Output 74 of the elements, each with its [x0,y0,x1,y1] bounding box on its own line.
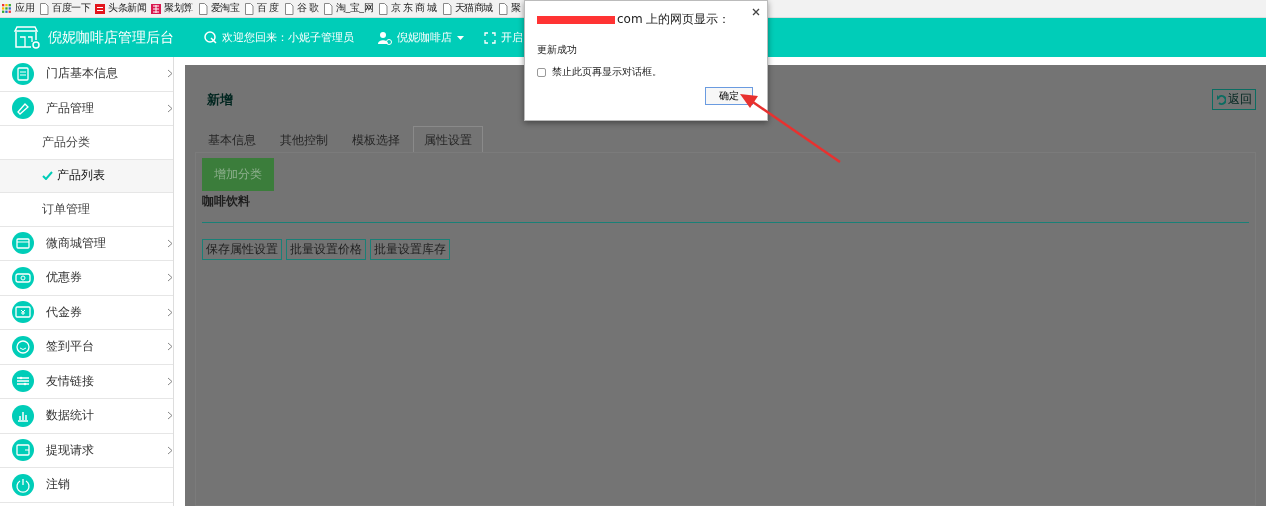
sidebar-item[interactable]: 提现请求 [0,433,173,468]
undo-icon [1216,94,1226,105]
sidebar-item[interactable]: 优惠券 [0,261,173,296]
sidebar-item[interactable]: 数据统计 [0,399,173,434]
apps-label: 应用 [15,2,34,15]
user-gear-icon [378,30,392,45]
bookmark-link[interactable]: 聚划算 [164,2,193,15]
action-button[interactable]: 批量设置价格 [286,239,366,260]
bookmark-link[interactable]: 聚 [510,2,521,15]
yen-ticket-icon [12,301,34,324]
dialog-title: com 上的网页显示： [617,11,731,28]
chevron-right-icon [167,69,173,79]
submenu-item[interactable]: 产品列表 [0,159,173,193]
action-button[interactable]: 保存属性设置 [202,239,282,260]
submenu-item[interactable]: 产品分类 [0,126,173,160]
page-icon [197,2,208,15]
bookmark-link[interactable]: 天猫商城 [454,2,493,15]
chevron-right-icon [167,445,173,455]
sidebar-item[interactable]: 注销 [0,468,173,503]
sidebar-item[interactable]: 友情链接 [0,364,173,399]
back-button[interactable]: 返回 [1212,89,1256,110]
checkbox-label: 禁止此页再显示对话框。 [552,65,662,79]
document-icon [12,62,34,85]
page-icon [39,2,49,15]
ok-button[interactable]: 确定 [705,87,753,105]
ticket-icon [12,266,34,289]
check-icon [42,171,53,181]
app-title: 倪妮咖啡店管理后台 [48,28,174,47]
action-button[interactable]: 批量设置库存 [370,239,450,260]
bookmark-link[interactable]: 百 度 [257,2,279,15]
page-icon [283,2,294,15]
bookmark-link[interactable]: 京 东 商 城 [391,2,437,15]
store-logo-icon [13,25,40,50]
page-icon [378,2,389,15]
power-icon [12,473,34,496]
chevron-right-icon [167,376,173,386]
chevron-right-icon [167,342,173,352]
chevron-right-icon [167,411,173,421]
chevron-right-icon [167,307,173,317]
dialog-message: 更新成功 [537,43,578,57]
checkbox[interactable] [537,67,546,77]
category-name: 咖啡饮料 [202,193,251,210]
page-icon [441,2,452,15]
bookmark-link[interactable]: 谷 歌 [296,2,319,15]
submenu-item[interactable]: 订单管理 [0,193,173,227]
sidebar-item[interactable]: 代金券 [0,295,173,330]
deal-icon [151,3,161,14]
news-icon [95,3,105,14]
bookmark-link[interactable]: 爱淘宝 [210,2,239,15]
page-heading: 新增 [207,90,233,109]
apps-grid-icon [2,3,12,14]
bar-chart-icon [12,404,34,427]
chevron-right-icon [167,273,173,283]
shop-icon [12,232,34,255]
expand-icon [484,31,496,44]
chevron-right-icon [167,238,173,248]
page-icon [323,2,334,15]
sidebar-item[interactable]: 微商城管理 [0,226,173,261]
close-icon [752,8,760,16]
sliders-icon [12,370,34,393]
sidebar-item[interactable]: 门店基本信息 [0,57,173,92]
bookmark-link[interactable]: 头条新闻 [108,2,146,15]
bookmark-link[interactable]: 百度一下 [52,2,90,15]
bookmark-link[interactable]: 淘_宝_网 [336,2,374,15]
page-icon [497,2,508,15]
apps-link[interactable]: 应用 [2,2,34,15]
sidebar-item[interactable]: 产品管理 [0,91,173,126]
welcome-text: 欢迎您回来：小妮子管理员 [222,30,354,45]
caret-icon [457,35,464,40]
sidebar-item[interactable]: 签到平台 [0,330,173,365]
chevron-right-icon [167,103,173,113]
smiley-icon [12,335,34,358]
page-icon [244,2,254,15]
wallet-icon [12,439,34,462]
